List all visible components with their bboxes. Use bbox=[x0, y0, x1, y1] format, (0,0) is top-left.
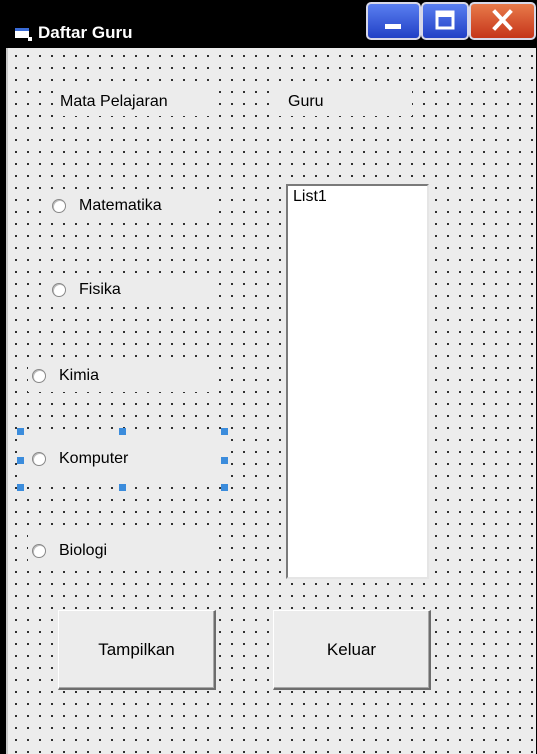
minimize-button[interactable] bbox=[366, 2, 421, 40]
teacher-listbox[interactable]: List1 bbox=[286, 184, 429, 579]
radio-button-circle[interactable] bbox=[52, 199, 66, 213]
selection-handle[interactable] bbox=[221, 428, 228, 435]
form-surface: Mata Pelajaran Guru Matematika Fisika Ki… bbox=[6, 48, 536, 754]
close-icon bbox=[492, 9, 513, 31]
selection-handle[interactable] bbox=[221, 457, 228, 464]
app-icon bbox=[15, 28, 32, 41]
tampilkan-button[interactable]: Tampilkan bbox=[58, 610, 216, 690]
maximize-icon bbox=[435, 10, 455, 30]
radio-label: Biologi bbox=[59, 542, 108, 559]
radio-komputer[interactable]: Komputer bbox=[22, 434, 224, 484]
radio-label: Kimia bbox=[59, 367, 100, 384]
radio-button-circle[interactable] bbox=[52, 283, 66, 297]
selection-handle[interactable] bbox=[17, 428, 24, 435]
window-title: Daftar Guru bbox=[38, 23, 133, 42]
selection-handle[interactable] bbox=[221, 484, 228, 491]
radio-label: Matematika bbox=[79, 197, 162, 214]
subject-label: Mata Pelajaran bbox=[54, 88, 214, 116]
selection-handle[interactable] bbox=[119, 428, 126, 435]
list-item[interactable]: List1 bbox=[293, 188, 427, 206]
maximize-button[interactable] bbox=[421, 2, 469, 40]
keluar-button[interactable]: Keluar bbox=[273, 610, 431, 690]
radio-button-circle[interactable] bbox=[32, 452, 46, 466]
radio-biologi[interactable]: Biologi bbox=[28, 534, 214, 568]
radio-label: Komputer bbox=[59, 450, 129, 467]
window: Daftar Guru Mata Pelajaran Guru Matemati… bbox=[0, 0, 537, 754]
selection-handle[interactable] bbox=[119, 484, 126, 491]
radio-fisika[interactable]: Fisika bbox=[44, 274, 214, 306]
radio-matematika[interactable]: Matematika bbox=[44, 190, 214, 222]
radio-label: Fisika bbox=[79, 281, 121, 298]
selection-handle[interactable] bbox=[17, 484, 24, 491]
selection-handle[interactable] bbox=[17, 457, 24, 464]
title-bar[interactable]: Daftar Guru bbox=[0, 0, 537, 48]
close-button[interactable] bbox=[469, 2, 536, 40]
radio-kimia[interactable]: Kimia bbox=[28, 360, 214, 392]
radio-button-circle[interactable] bbox=[32, 544, 46, 558]
teacher-label: Guru bbox=[272, 88, 412, 116]
minimize-icon bbox=[385, 24, 401, 29]
radio-button-circle[interactable] bbox=[32, 369, 46, 383]
